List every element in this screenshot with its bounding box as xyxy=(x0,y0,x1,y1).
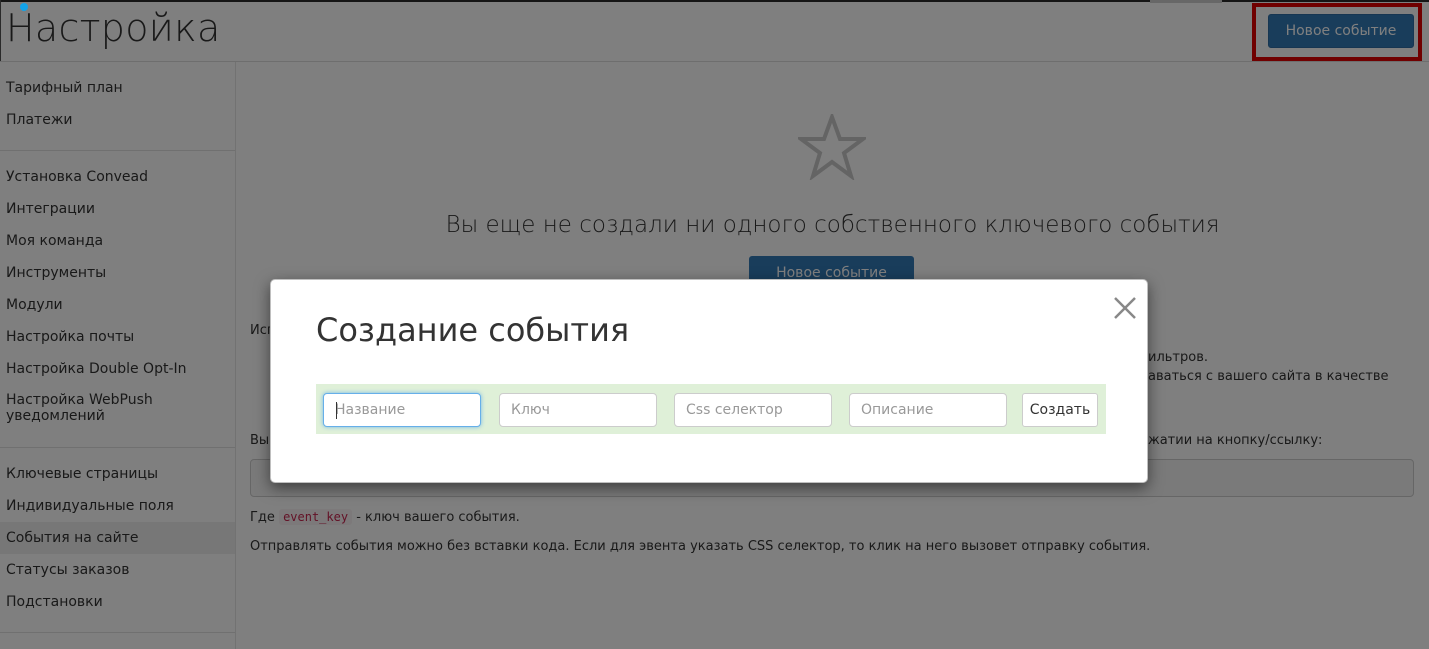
event-key-input[interactable]: Ключ xyxy=(499,393,657,427)
text-caret xyxy=(336,402,337,419)
close-icon[interactable] xyxy=(1111,294,1139,322)
modal-title: Создание события xyxy=(316,311,630,349)
css-selector-input[interactable]: Css селектор xyxy=(674,393,832,427)
event-name-input[interactable]: Название xyxy=(323,393,481,427)
create-button[interactable]: Создать xyxy=(1022,393,1098,427)
create-event-form: Название Ключ Css селектор Описание Созд… xyxy=(316,384,1106,434)
create-event-modal: Создание события Название Ключ Css селек… xyxy=(270,279,1148,483)
cursor-indicator xyxy=(20,3,28,11)
description-input[interactable]: Описание xyxy=(849,393,1007,427)
event-name-placeholder: Название xyxy=(335,402,406,418)
